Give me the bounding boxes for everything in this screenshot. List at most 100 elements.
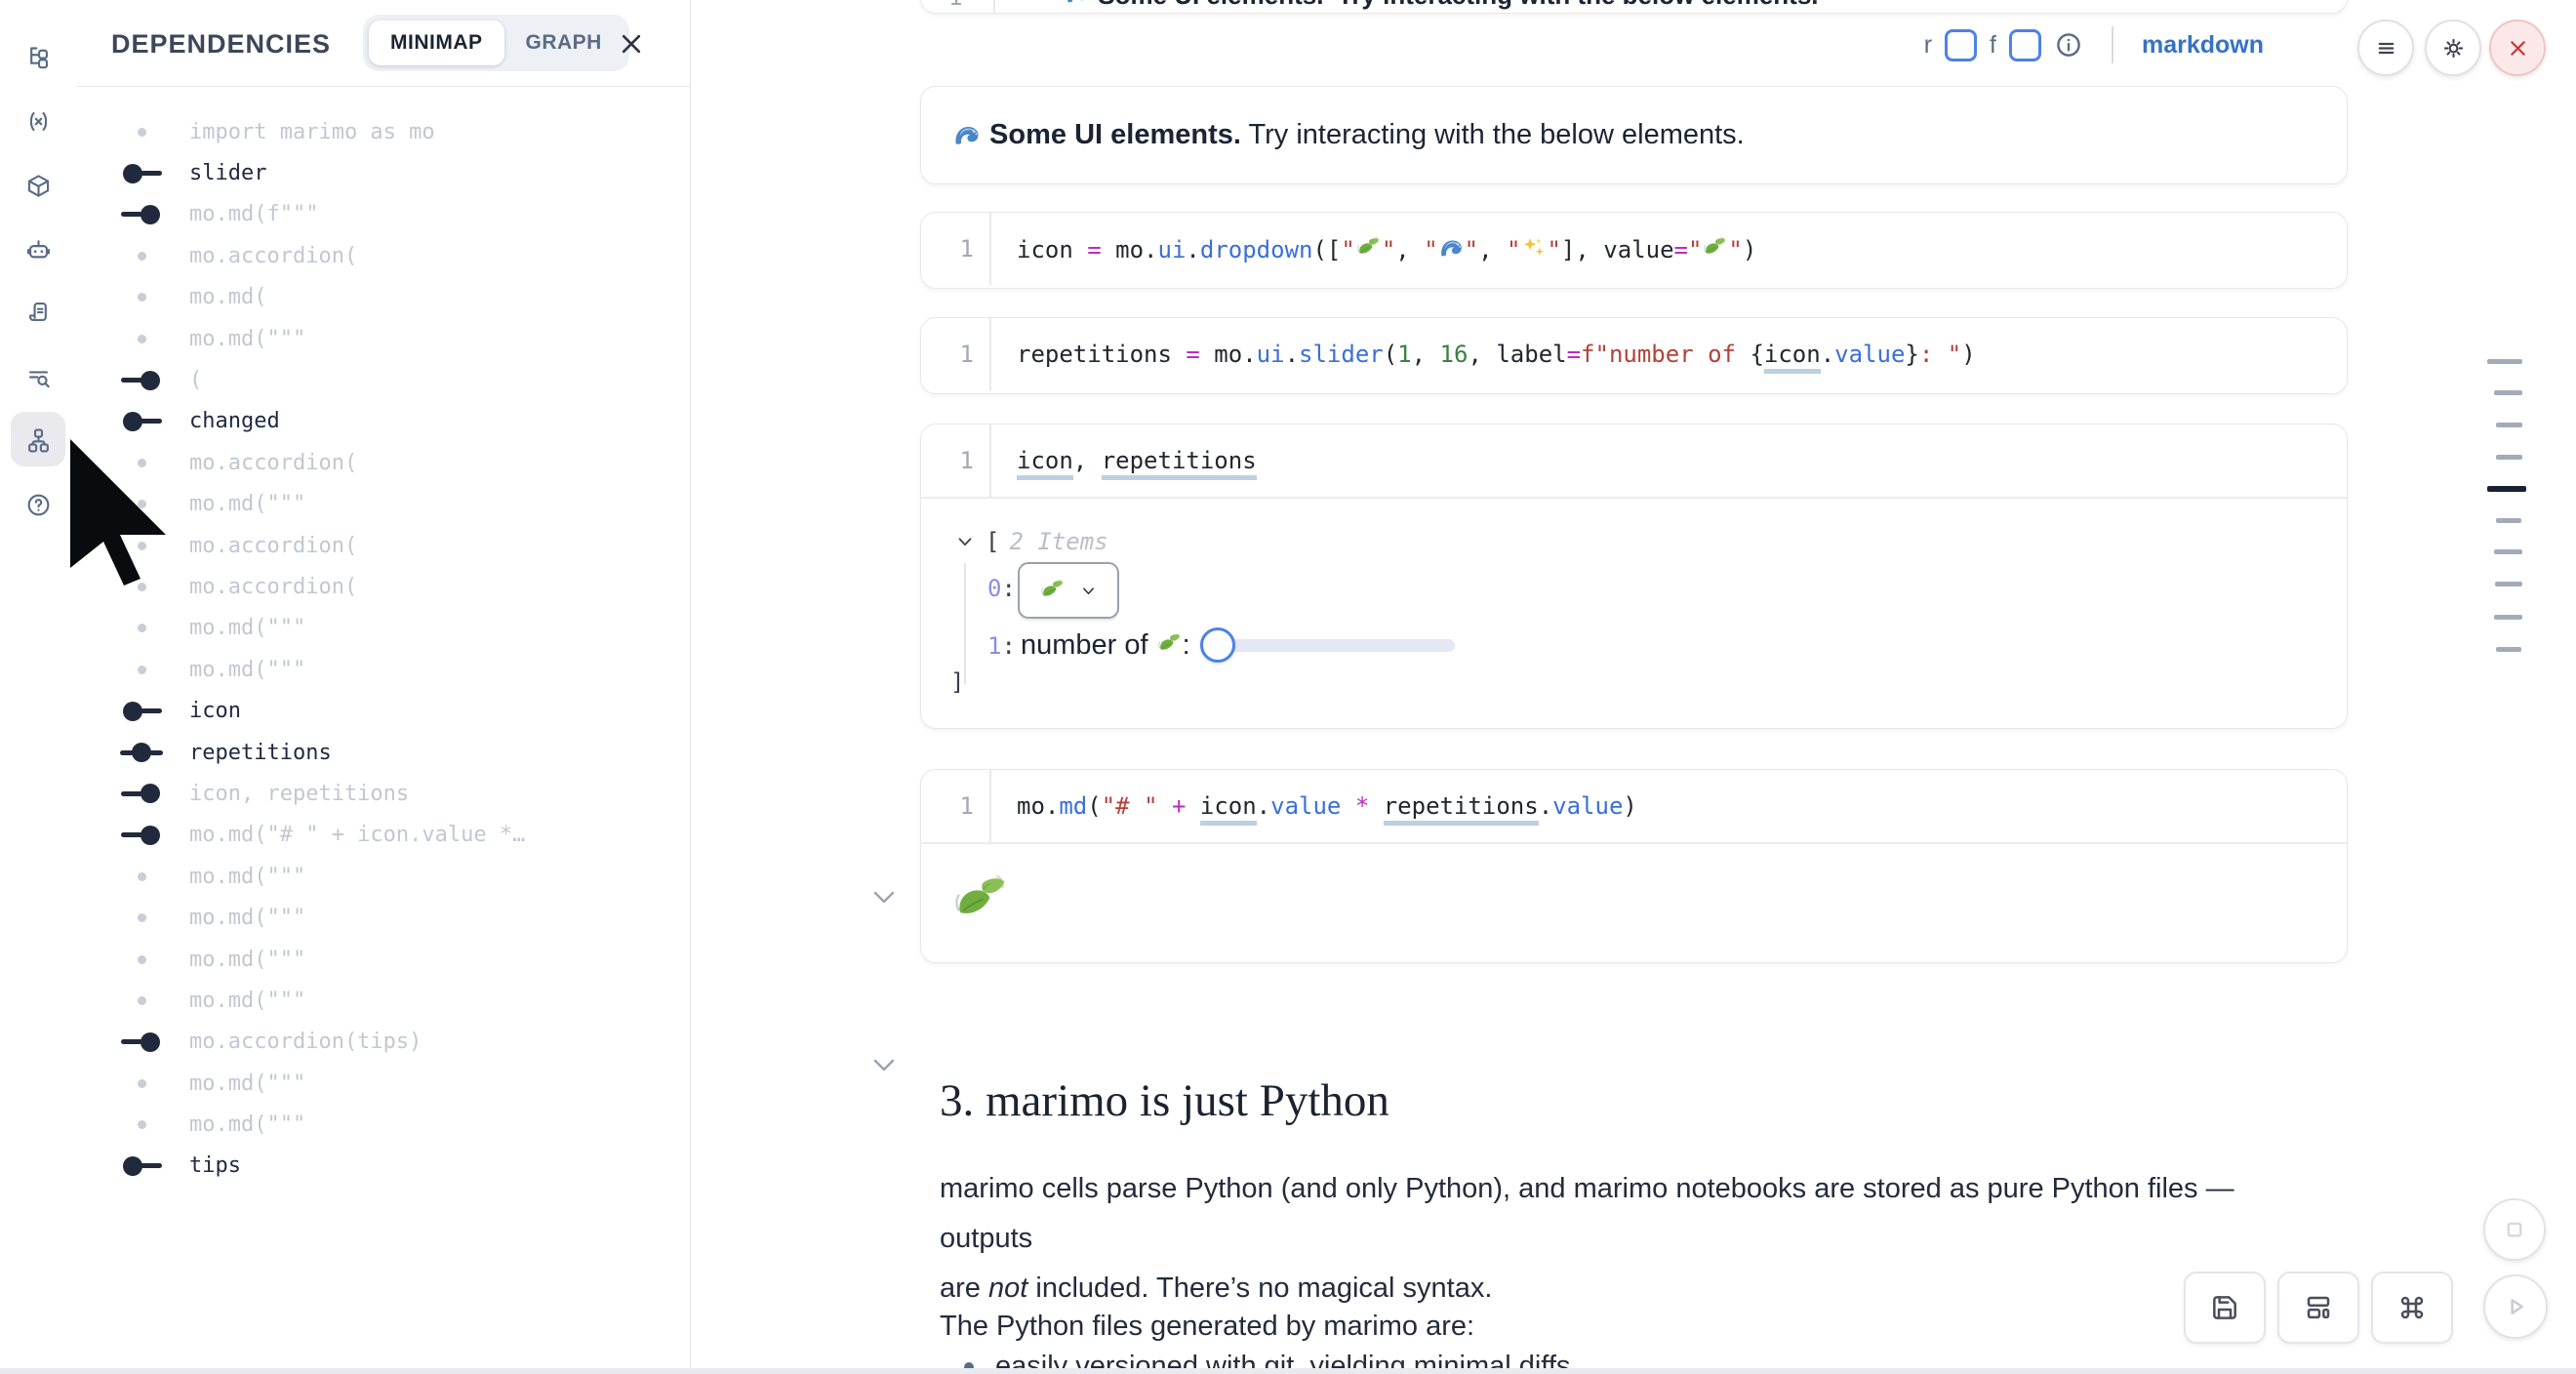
reactive-checkbox[interactable]: [1945, 29, 1977, 61]
minimap-item[interactable]: mo.accordion(tips): [76, 1022, 688, 1063]
cell-node-icon: [103, 542, 180, 550]
scroll-map-line[interactable]: [2494, 549, 2522, 554]
tab-graph[interactable]: GRAPH: [504, 20, 624, 65]
minimap-item-label: mo.accordion(: [189, 534, 357, 558]
rail-variables-button[interactable]: [11, 94, 65, 148]
layout-button[interactable]: [2277, 1272, 2359, 1344]
scroll-map-line[interactable]: [2496, 423, 2522, 427]
scroll-map-line[interactable]: [2494, 615, 2522, 620]
rail-package-button[interactable]: [11, 158, 65, 213]
scroll-map-line-active[interactable]: [2487, 486, 2526, 492]
clipped-top-cell[interactable]: 1 Some UI elements. Try interacting with…: [920, 0, 2348, 14]
cell-node-icon: [103, 1079, 180, 1088]
minimap-item[interactable]: mo.md(""": [76, 939, 688, 980]
dependencies-header: DEPENDENCIES MINIMAP GRAPH: [76, 0, 690, 87]
line-number: 1: [921, 447, 989, 474]
scroll-map-line[interactable]: [2496, 455, 2522, 460]
minimap-item[interactable]: mo.md("# " + icon.value *…: [76, 815, 688, 856]
scroll-map-line[interactable]: [2494, 390, 2522, 395]
info-icon[interactable]: [2054, 30, 2083, 60]
markdown-mode-button[interactable]: markdown: [2142, 31, 2264, 60]
close-icon: [615, 27, 648, 61]
minimap-item-label: mo.md("# " + icon.value *…: [189, 823, 525, 847]
minimap-item[interactable]: mo.md(""": [76, 484, 688, 525]
rail-search-list-button[interactable]: [11, 349, 65, 404]
minimap-item-label: mo.md(f""": [189, 202, 318, 226]
markdown-cell[interactable]: Some UI elements. Try interacting with t…: [920, 86, 2348, 184]
minimap-item[interactable]: mo.md(""": [76, 897, 688, 938]
minimap-item[interactable]: mo.md(""": [76, 318, 688, 359]
minimap-item-label: mo.accordion(tips): [189, 1030, 422, 1054]
code-editor[interactable]: mo.md("# " + icon.value * repetitions.va…: [991, 792, 1637, 820]
scroll-map-line[interactable]: [2496, 647, 2521, 652]
minimap-item[interactable]: mo.accordion(: [76, 525, 688, 566]
minimap-item[interactable]: mo.md(""": [76, 980, 688, 1021]
slider-knob[interactable]: [1200, 627, 1235, 663]
section-paragraph-2: The Python files generated by marimo are…: [940, 1302, 2325, 1352]
slider-track[interactable]: [1202, 639, 1455, 652]
leaf-icon: [1156, 631, 1183, 658]
minimap-item[interactable]: repetitions: [76, 732, 688, 773]
command-palette-button[interactable]: [2371, 1272, 2453, 1344]
wave-icon: [1438, 235, 1465, 262]
minimap-item[interactable]: mo.md(""": [76, 608, 688, 649]
rail-dependency-graph-button[interactable]: [11, 412, 65, 466]
tab-minimap[interactable]: MINIMAP: [369, 20, 504, 65]
rail-bot-button[interactable]: [11, 222, 65, 276]
code-editor[interactable]: repetitions = mo.ui.slider(1, 16, label=…: [991, 341, 1976, 368]
stop-icon: [2500, 1215, 2529, 1244]
scroll-map-line[interactable]: [2487, 359, 2522, 364]
cell-node-icon: [103, 743, 180, 762]
cell-node-icon: [103, 913, 180, 922]
cell-node-icon: [103, 500, 180, 508]
rail-help-button[interactable]: [11, 477, 65, 532]
minimap-item[interactable]: mo.md(""": [76, 1104, 688, 1145]
minimap-item[interactable]: mo.md(""": [76, 856, 688, 897]
minimap-item[interactable]: icon: [76, 690, 688, 731]
shutdown-button[interactable]: [2489, 20, 2546, 76]
cell-node-icon: [103, 666, 180, 674]
code-editor[interactable]: icon = mo.ui.dropdown(["", "", ""], valu…: [991, 235, 1756, 263]
minimap-item[interactable]: tips: [76, 1146, 688, 1187]
cell-node-icon: [103, 412, 180, 431]
script-icon: [25, 299, 52, 325]
settings-button[interactable]: [2425, 20, 2481, 76]
minimap-item[interactable]: mo.accordion(: [76, 235, 688, 276]
slider-label: number of :: [1021, 629, 1190, 662]
minimap-item[interactable]: import marimo as mo: [76, 111, 688, 152]
file-tree-icon: [25, 44, 52, 70]
save-button[interactable]: [2184, 1272, 2266, 1344]
panel-title: DEPENDENCIES: [111, 29, 331, 60]
code-editor[interactable]: icon, repetitions: [991, 447, 1257, 474]
item-index-1: 1:: [987, 632, 1016, 660]
minimap-item[interactable]: (: [76, 359, 688, 400]
rail-script-button[interactable]: [11, 284, 65, 339]
run-button[interactable]: [2483, 1274, 2548, 1339]
icon-dropdown[interactable]: [1018, 562, 1119, 619]
minimap-item[interactable]: mo.md(""": [76, 1063, 688, 1104]
panel-close-button[interactable]: [615, 27, 648, 61]
format-checkbox[interactable]: [2009, 29, 2041, 61]
repetitions-slider: number of :: [1021, 626, 1455, 664]
cell-node-icon: [103, 996, 180, 1005]
rail-file-tree-button[interactable]: [11, 29, 65, 84]
scroll-map-line[interactable]: [2496, 518, 2521, 523]
collapse-cell-icon[interactable]: [872, 890, 896, 906]
minimap-item[interactable]: mo.accordion(: [76, 566, 688, 607]
leaf-icon: [1702, 235, 1728, 262]
menu-button[interactable]: [2357, 20, 2414, 76]
minimap-item[interactable]: icon, repetitions: [76, 773, 688, 814]
cell-node-icon: [103, 702, 180, 721]
bottom-edge: [0, 1368, 2576, 1374]
stop-button[interactable]: [2483, 1198, 2546, 1261]
minimap-item[interactable]: mo.accordion(: [76, 442, 688, 483]
collapse-list-icon[interactable]: [954, 531, 976, 552]
minimap-item[interactable]: mo.md(: [76, 277, 688, 318]
minimap-item[interactable]: changed: [76, 401, 688, 442]
minimap-item[interactable]: mo.md(""": [76, 649, 688, 690]
minimap-item[interactable]: slider: [76, 152, 688, 193]
scroll-map-line[interactable]: [2495, 582, 2522, 586]
collapse-section-icon[interactable]: [872, 1058, 896, 1073]
minimap-item[interactable]: mo.md(f""": [76, 194, 688, 235]
heading-output: [921, 844, 2347, 961]
